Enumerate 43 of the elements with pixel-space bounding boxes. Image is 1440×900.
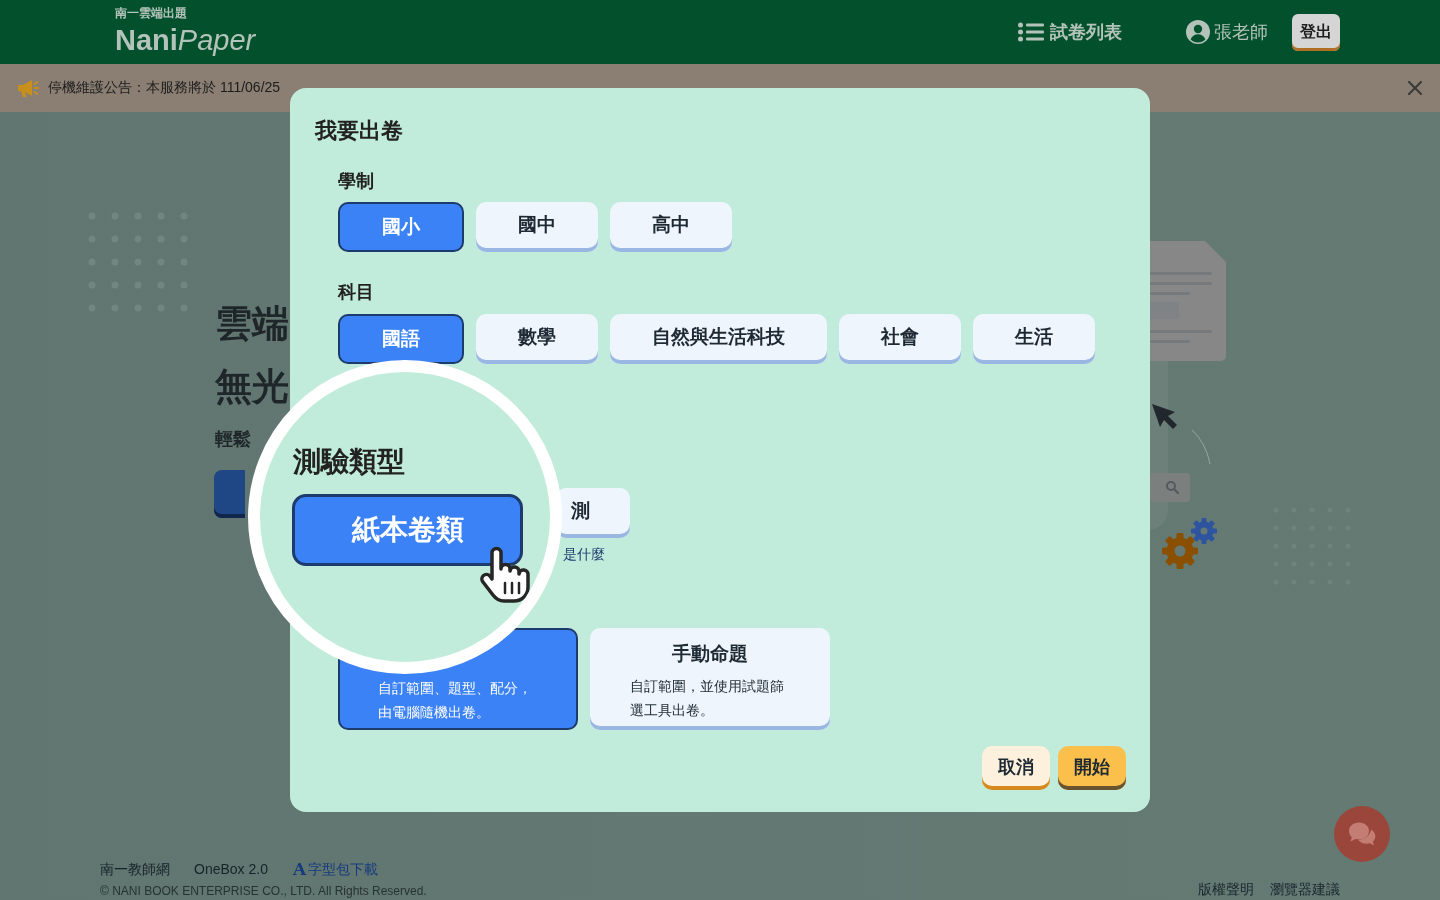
mode-title: 手動命題 [671, 642, 749, 666]
chat-button[interactable] [1334, 806, 1390, 862]
list-icon [1018, 22, 1044, 42]
school-level-option[interactable]: 國小 [338, 202, 464, 252]
cancel-button[interactable]: 取消 [982, 746, 1050, 790]
subject-option[interactable]: 國語 [338, 314, 464, 364]
gear-icon [1162, 533, 1198, 569]
subject-option[interactable]: 社會 [839, 314, 961, 364]
section-label: 學制 [338, 170, 375, 193]
hero-button[interactable] [214, 470, 245, 518]
magnified-section-label: 測驗類型 [293, 445, 405, 479]
hero-headline: 雲端 [215, 303, 289, 345]
megaphone-icon [17, 78, 39, 98]
help-link[interactable]: 是什麼 [563, 546, 605, 562]
close-icon [1408, 81, 1422, 95]
user-menu-link[interactable]: 張老師 [1186, 20, 1268, 44]
mode-description: 自訂範圍、題型、配分，由電腦隨機出卷。 [378, 679, 532, 722]
copyright-text: © NANI BOOK ENTERPRISE CO., LTD. All Rights Reserved. [100, 883, 427, 900]
gear-icon [1191, 518, 1217, 544]
mode-card[interactable]: 手動命題 自訂範圍，並使用試題篩選工具出卷。 [590, 628, 830, 730]
chat-bubbles-icon [1347, 821, 1377, 847]
logo-tagline: 南一雲端出題 [115, 5, 188, 21]
start-button[interactable]: 開始 [1058, 746, 1126, 790]
hero-subtitle: 輕鬆 [215, 428, 251, 450]
close-button[interactable] [1408, 81, 1422, 95]
exam-list-link[interactable]: 試卷列表 [1018, 20, 1122, 44]
logo-wordmark[interactable]: NaniPaper [115, 23, 256, 57]
subject-option[interactable]: 生活 [973, 314, 1095, 364]
user-avatar-icon [1186, 20, 1210, 44]
hero-headline: 無光 [215, 366, 289, 408]
logout-button[interactable]: 登出 [1292, 13, 1340, 51]
school-level-option[interactable]: 國中 [476, 202, 598, 252]
mode-description: 自訂範圍，並使用試題篩選工具出卷。 [630, 677, 784, 720]
school-level-option[interactable]: 高中 [610, 202, 732, 252]
notice-text: 停機維護公告：本服務將於 111/06/25 [48, 79, 281, 97]
arrow-cursor-icon [1152, 404, 1177, 429]
section-label: 科目 [338, 281, 375, 304]
magnified-option-button[interactable]: 紙本卷類 [292, 494, 523, 566]
font-icon: A [292, 859, 307, 879]
dialog-title: 我要出卷 [315, 117, 404, 145]
subject-option[interactable]: 自然與生活科技 [610, 314, 827, 364]
search-icon [1166, 481, 1180, 495]
subject-option[interactable]: 數學 [476, 314, 598, 364]
